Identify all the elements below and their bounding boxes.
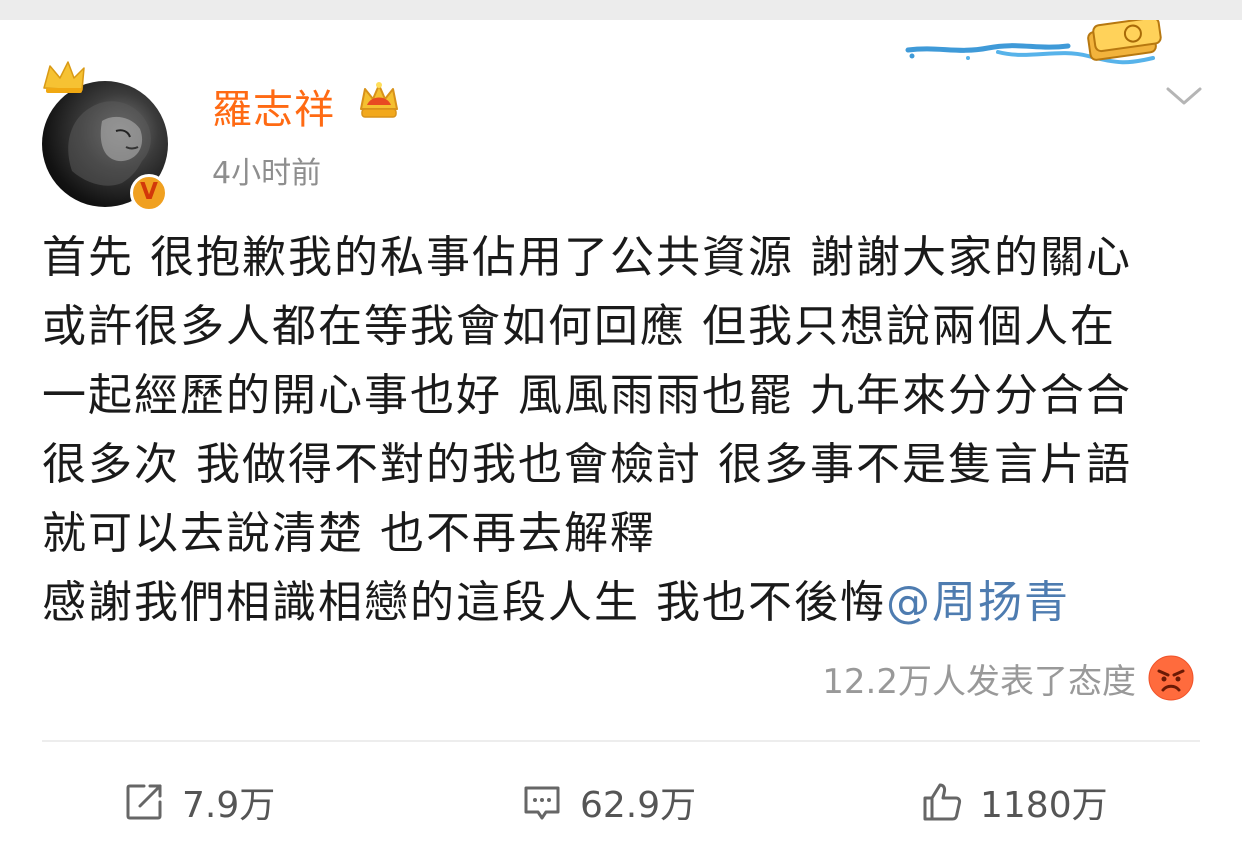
card-decoration-icon bbox=[905, 20, 1162, 65]
vip-crown-icon[interactable] bbox=[357, 79, 401, 121]
more-options-chevron-icon[interactable] bbox=[1160, 75, 1208, 115]
author-avatar[interactable]: V bbox=[38, 58, 178, 218]
repost-count: 7.9万 bbox=[182, 785, 276, 826]
divider bbox=[42, 740, 1200, 742]
top-strip bbox=[0, 0, 1242, 20]
post-card: V 羅志祥 4小时前 首先 很抱歉我的私事佔用了公共資源 謝謝大家的關心 或許很… bbox=[0, 20, 1242, 840]
content-line: 首先 很抱歉我的私事佔用了公共資源 謝謝大家的關心 bbox=[42, 232, 1132, 283]
crown-icon bbox=[43, 61, 85, 93]
angry-face-icon bbox=[1148, 655, 1194, 701]
content-line: 很多次 我做得不對的我也會檢討 很多事不是隻言片語 bbox=[42, 439, 1132, 490]
user-mention-link[interactable]: @周扬青 bbox=[886, 577, 1070, 628]
like-button[interactable]: 1180万 bbox=[920, 762, 1108, 842]
post-content: 首先 很抱歉我的私事佔用了公共資源 謝謝大家的關心 或許很多人都在等我會如何回應… bbox=[42, 223, 1212, 637]
verified-badge: V bbox=[130, 174, 168, 212]
content-text: 感謝我們相識相戀的這段人生 我也不後悔 bbox=[42, 577, 886, 628]
comment-button[interactable]: 62.9万 bbox=[520, 762, 696, 842]
repost-icon bbox=[126, 784, 162, 820]
author-name[interactable]: 羅志祥 bbox=[212, 77, 335, 135]
reactions-count-text: 12.2万人发表了态度 bbox=[822, 661, 1136, 702]
post-timestamp: 4小时前 bbox=[212, 156, 322, 191]
comment-count: 62.9万 bbox=[580, 785, 697, 826]
content-line-last: 感謝我們相識相戀的這段人生 我也不後悔@周扬青 bbox=[42, 568, 1212, 637]
repost-button[interactable]: 7.9万 bbox=[122, 762, 275, 842]
thumbs-up-icon bbox=[923, 783, 962, 821]
action-bar: 7.9万 62.9万 1180万 bbox=[0, 762, 1242, 842]
content-line: 或許很多人都在等我會如何回應 但我只想說兩個人在 bbox=[42, 301, 1116, 352]
comment-icon bbox=[524, 786, 560, 820]
reactions-summary[interactable]: 12.2万人发表了态度 bbox=[822, 655, 1194, 702]
content-line: 就可以去說清楚 也不再去解釋 bbox=[42, 508, 656, 559]
like-count: 1180万 bbox=[980, 785, 1108, 826]
content-line: 一起經歷的開心事也好 風風雨雨也罷 九年來分分合合 bbox=[42, 370, 1132, 421]
